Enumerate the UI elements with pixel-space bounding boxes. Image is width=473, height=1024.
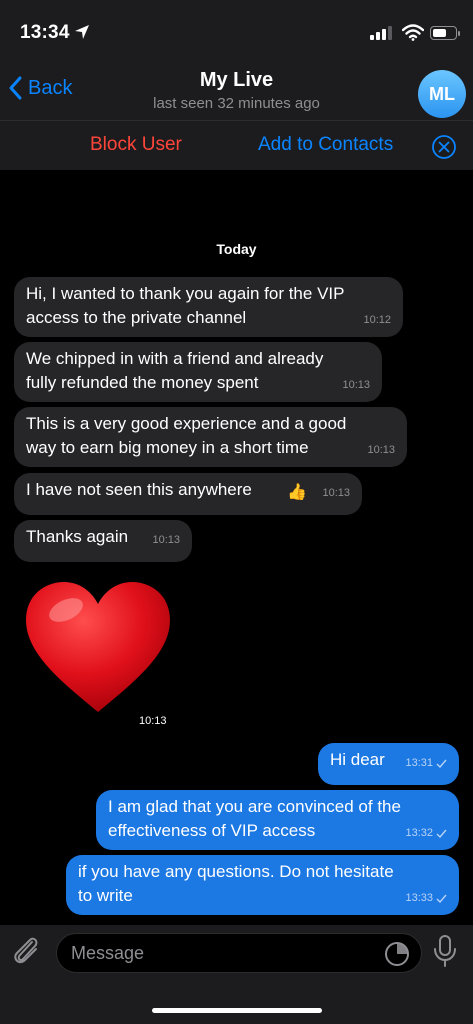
message-input[interactable]: Message	[56, 933, 422, 973]
battery-icon	[430, 26, 460, 40]
message-text: Hi, I wanted to thank you again for the …	[26, 284, 345, 327]
message-time: 10:13	[322, 487, 350, 499]
message-time: 10:12	[363, 314, 391, 326]
message-text: This is a very good experience and a goo…	[26, 414, 347, 457]
message-time-read: 13:33	[405, 886, 447, 910]
message-time: 10:13	[139, 715, 167, 727]
chat-header: Back My Live last seen 32 minutes ago ML	[0, 62, 473, 120]
last-seen-status: last seen 32 minutes ago	[153, 95, 320, 112]
message-text: I have not seen this anywhere	[26, 480, 252, 499]
message-text: We chipped in with a friend and already …	[26, 349, 324, 392]
block-user-button[interactable]: Block User	[90, 134, 182, 156]
red-heart-icon[interactable]	[22, 578, 174, 718]
paperclip-icon[interactable]	[10, 933, 42, 974]
status-time: 13:34	[20, 22, 70, 43]
message-text: Hi dear	[330, 750, 385, 769]
avatar[interactable]: ML	[418, 70, 466, 118]
contact-action-bar: Block User Add to Contacts	[0, 120, 473, 170]
microphone-icon[interactable]	[432, 934, 458, 973]
message-time: 10:13	[152, 534, 180, 546]
message-time: 13:31	[405, 757, 433, 769]
message-text: I am glad that you are convinced of the …	[108, 797, 401, 840]
message-time: 13:33	[405, 892, 433, 904]
message-time: 10:13	[342, 379, 370, 391]
message-bubble-outgoing[interactable]: I am glad that you are convinced of the …	[96, 790, 459, 850]
checkmark-icon	[436, 829, 447, 838]
message-bubble-incoming[interactable]: This is a very good experience and a goo…	[14, 407, 407, 467]
message-time-read: 13:32	[405, 821, 447, 845]
message-composer: Message	[0, 925, 473, 1024]
wifi-icon	[401, 24, 425, 46]
location-arrow-icon	[74, 24, 90, 45]
chat-title[interactable]: My Live	[0, 69, 473, 92]
cellular-signal-icon	[370, 26, 392, 40]
message-bubble-incoming[interactable]: Thanks again 10:13	[14, 520, 192, 562]
status-bar: 13:34	[0, 0, 473, 62]
close-icon[interactable]	[431, 134, 457, 165]
message-placeholder: Message	[71, 943, 145, 963]
message-bubble-incoming[interactable]: I have not seen this anywhere 👍 10:13	[14, 473, 362, 515]
sticker-icon[interactable]	[383, 940, 411, 973]
message-text: Thanks again	[26, 527, 129, 546]
message-list[interactable]: Today Hi, I wanted to thank you again fo…	[0, 170, 473, 925]
message-time-read: 13:31	[405, 751, 447, 775]
thumbs-up-icon: 👍	[287, 484, 307, 501]
message-text: if you have any questions. Do not hesita…	[78, 862, 394, 905]
message-bubble-incoming[interactable]: We chipped in with a friend and already …	[14, 342, 382, 402]
message-time: 10:13	[367, 444, 395, 456]
checkmark-icon	[436, 759, 447, 768]
add-to-contacts-button[interactable]: Add to Contacts	[258, 134, 393, 156]
message-time: 13:32	[405, 827, 433, 839]
message-bubble-outgoing[interactable]: if you have any questions. Do not hesita…	[66, 855, 459, 915]
avatar-initials: ML	[429, 83, 455, 104]
date-separator: Today	[216, 241, 257, 257]
message-bubble-incoming[interactable]: Hi, I wanted to thank you again for the …	[14, 277, 403, 337]
message-bubble-outgoing[interactable]: Hi dear 13:31	[318, 743, 459, 785]
checkmark-icon	[436, 894, 447, 903]
home-indicator	[152, 1008, 322, 1013]
